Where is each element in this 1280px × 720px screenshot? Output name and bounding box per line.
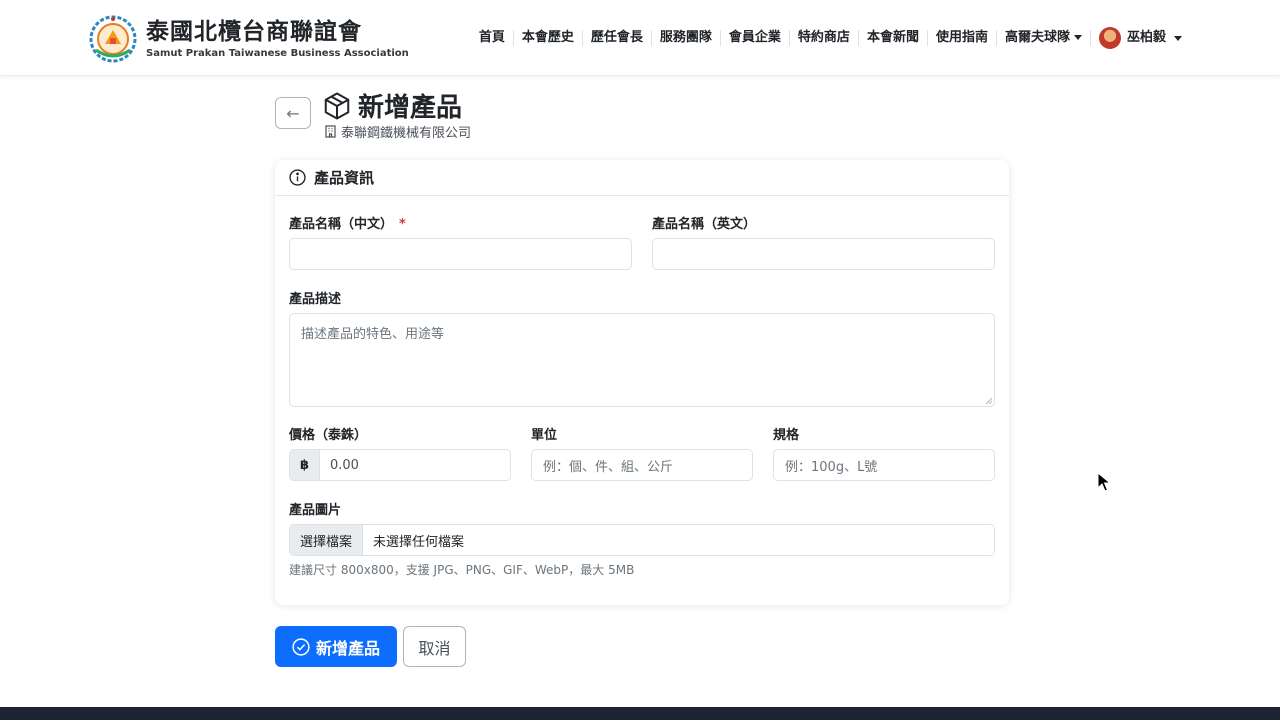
name-zh-label: 產品名稱（中文） *	[289, 213, 406, 232]
price-label: 價格（泰銖）	[289, 428, 368, 443]
nav-item-service-team[interactable]: 服務團隊	[652, 30, 721, 46]
top-navbar: 泰國北欖台商聯誼會 Samut Prakan Taiwanese Busines…	[0, 0, 1280, 76]
company-name: 泰聯鋼鐵機械有限公司	[325, 122, 471, 141]
required-mark: *	[399, 217, 406, 232]
nav-item-past-presidents[interactable]: 歷任會長	[583, 30, 652, 46]
price-input-group: ฿ 0.00	[289, 449, 511, 481]
info-circle-icon	[289, 169, 306, 186]
choose-file-button[interactable]: 選擇檔案	[290, 525, 364, 555]
card-header: 產品資訊	[275, 160, 1009, 196]
unit-input[interactable]: 例：個、件、組、公斤	[531, 449, 753, 481]
spec-input[interactable]: 例：100g、L號	[773, 449, 995, 481]
user-name: 巫柏毅	[1126, 30, 1166, 45]
description-placeholder: 描述產品的特色、用途等	[301, 327, 445, 342]
building-icon	[325, 125, 336, 138]
unit-placeholder: 例：個、件、組、公斤	[543, 459, 674, 475]
card-header-text: 產品資訊	[314, 169, 375, 187]
nav-item-home[interactable]: 首頁	[471, 30, 514, 46]
association-logo-icon	[89, 15, 137, 63]
image-file-input[interactable]: 選擇檔案 未選擇任何檔案	[289, 524, 995, 556]
page-title: 新增產品	[322, 87, 462, 124]
user-menu[interactable]: 巫柏毅	[1091, 27, 1190, 49]
unit-label: 單位	[531, 428, 558, 443]
avatar	[1098, 27, 1121, 49]
box-icon	[324, 92, 350, 119]
nav-item-history[interactable]: 本會歷史	[514, 30, 583, 46]
footer-bar	[0, 707, 1280, 720]
check-circle-icon	[292, 637, 310, 656]
add-product-button[interactable]: 新增產品	[275, 626, 397, 667]
product-name-zh-input[interactable]	[289, 238, 632, 270]
product-name-en-input[interactable]	[652, 238, 995, 270]
name-zh-label-text: 產品名稱（中文）	[289, 217, 394, 232]
spec-label: 規格	[773, 428, 800, 443]
golf-label: 高爾夫球隊	[1004, 30, 1070, 45]
main-nav: 首頁 本會歷史 歷任會長 服務團隊 會員企業 特約商店 本會新聞 使用指南 高爾…	[471, 26, 1190, 50]
resize-handle-icon[interactable]	[986, 398, 992, 404]
description-label: 產品描述	[289, 292, 342, 307]
brand-subtitle: Samut Prakan Taiwanese Business Associat…	[146, 48, 409, 59]
company-name-text: 泰聯鋼鐵機械有限公司	[341, 126, 472, 141]
caret-down-icon	[1174, 35, 1182, 41]
spec-placeholder: 例：100g、L號	[785, 459, 878, 475]
baht-symbol: ฿	[290, 450, 320, 480]
brand-title: 泰國北欖台商聯誼會	[146, 19, 362, 45]
nav-item-golf-dropdown[interactable]: 高爾夫球隊	[997, 30, 1091, 46]
file-status: 未選擇任何檔案	[363, 525, 994, 555]
nav-item-news[interactable]: 本會新聞	[859, 30, 928, 46]
arrow-left-icon: ←	[286, 103, 300, 123]
image-hint: 建議尺寸 800x800，支援 JPG、PNG、GIF、WebP，最大 5MB	[289, 563, 635, 577]
nav-item-member-companies[interactable]: 會員企業	[721, 30, 790, 46]
nav-item-partner-stores[interactable]: 特約商店	[790, 30, 859, 46]
brand[interactable]: 泰國北欖台商聯誼會 Samut Prakan Taiwanese Busines…	[88, 14, 409, 64]
price-input[interactable]: 0.00	[320, 450, 510, 480]
caret-down-icon	[1073, 35, 1082, 40]
name-en-label: 產品名稱（英文）	[652, 217, 757, 232]
nav-item-guide[interactable]: 使用指南	[928, 30, 997, 46]
cancel-button[interactable]: 取消	[403, 626, 466, 667]
image-label: 產品圖片	[289, 503, 342, 518]
add-product-label: 新增產品	[315, 638, 380, 658]
product-info-card: 產品資訊 產品名稱（中文） * 產品名稱（英文） 產品描述 描述產品的特色、用途等…	[275, 160, 1009, 605]
page-title-text: 新增產品	[358, 93, 463, 123]
mouse-pointer-icon	[1097, 472, 1111, 492]
product-description-textarea[interactable]: 描述產品的特色、用途等	[289, 313, 995, 407]
back-button[interactable]: ←	[275, 97, 311, 129]
